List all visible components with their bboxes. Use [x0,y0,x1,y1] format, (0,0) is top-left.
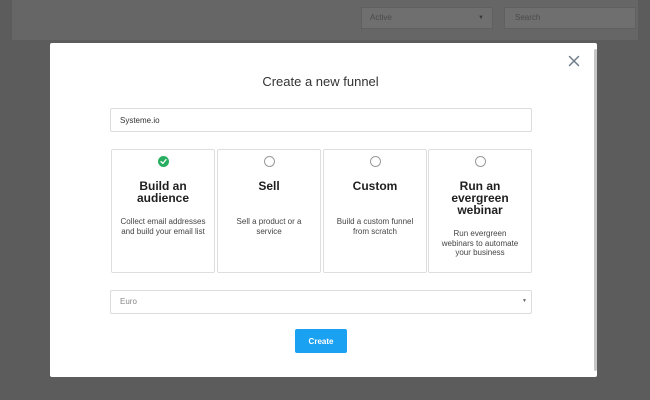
option-title: Build an audience [136,179,190,205]
radio-sell[interactable] [264,156,275,167]
background-toolbar: Active ▼ Search [12,0,638,40]
option-title: Sell [258,179,280,193]
option-title: Run an evergreen webinar [451,179,509,217]
option-card-evergreen-webinar[interactable]: Run an evergreen webinar Run evergreen w… [428,149,532,273]
option-card-custom[interactable]: Custom Build a custom funnel from scratc… [323,149,427,273]
option-description: Build a custom funnel from scratch [336,217,414,236]
status-filter-value: Active [370,13,392,22]
option-card-sell[interactable]: Sell Sell a product or a service [217,149,321,273]
currency-value: Euro [120,297,137,306]
funnel-name-input[interactable] [110,108,532,132]
option-description: Collect email addresses and build your e… [120,217,206,236]
caret-down-icon: ▼ [478,15,484,21]
status-filter-select: Active ▼ [361,7,493,29]
check-icon [160,158,167,165]
radio-custom[interactable] [370,156,381,167]
caret-down-icon: ▼ [522,298,527,304]
radio-evergreen-webinar[interactable] [475,156,486,167]
close-icon [568,55,580,67]
modal-scrollbar[interactable] [594,49,597,371]
create-button[interactable]: Create [295,329,347,353]
option-title: Custom [352,179,398,193]
close-button[interactable] [567,54,581,68]
search-input: Search [504,7,636,29]
option-description: Run evergreen webinars to automate your … [441,229,519,257]
currency-select[interactable]: Euro ▼ [110,290,532,314]
modal-title: Create a new funnel [262,74,379,89]
radio-build-audience[interactable] [158,156,169,167]
option-description: Sell a product or a service [236,217,302,236]
option-card-build-audience[interactable]: Build an audience Collect email addresse… [111,149,215,273]
create-funnel-modal: Create a new funnel Build an audience Co… [50,43,597,377]
